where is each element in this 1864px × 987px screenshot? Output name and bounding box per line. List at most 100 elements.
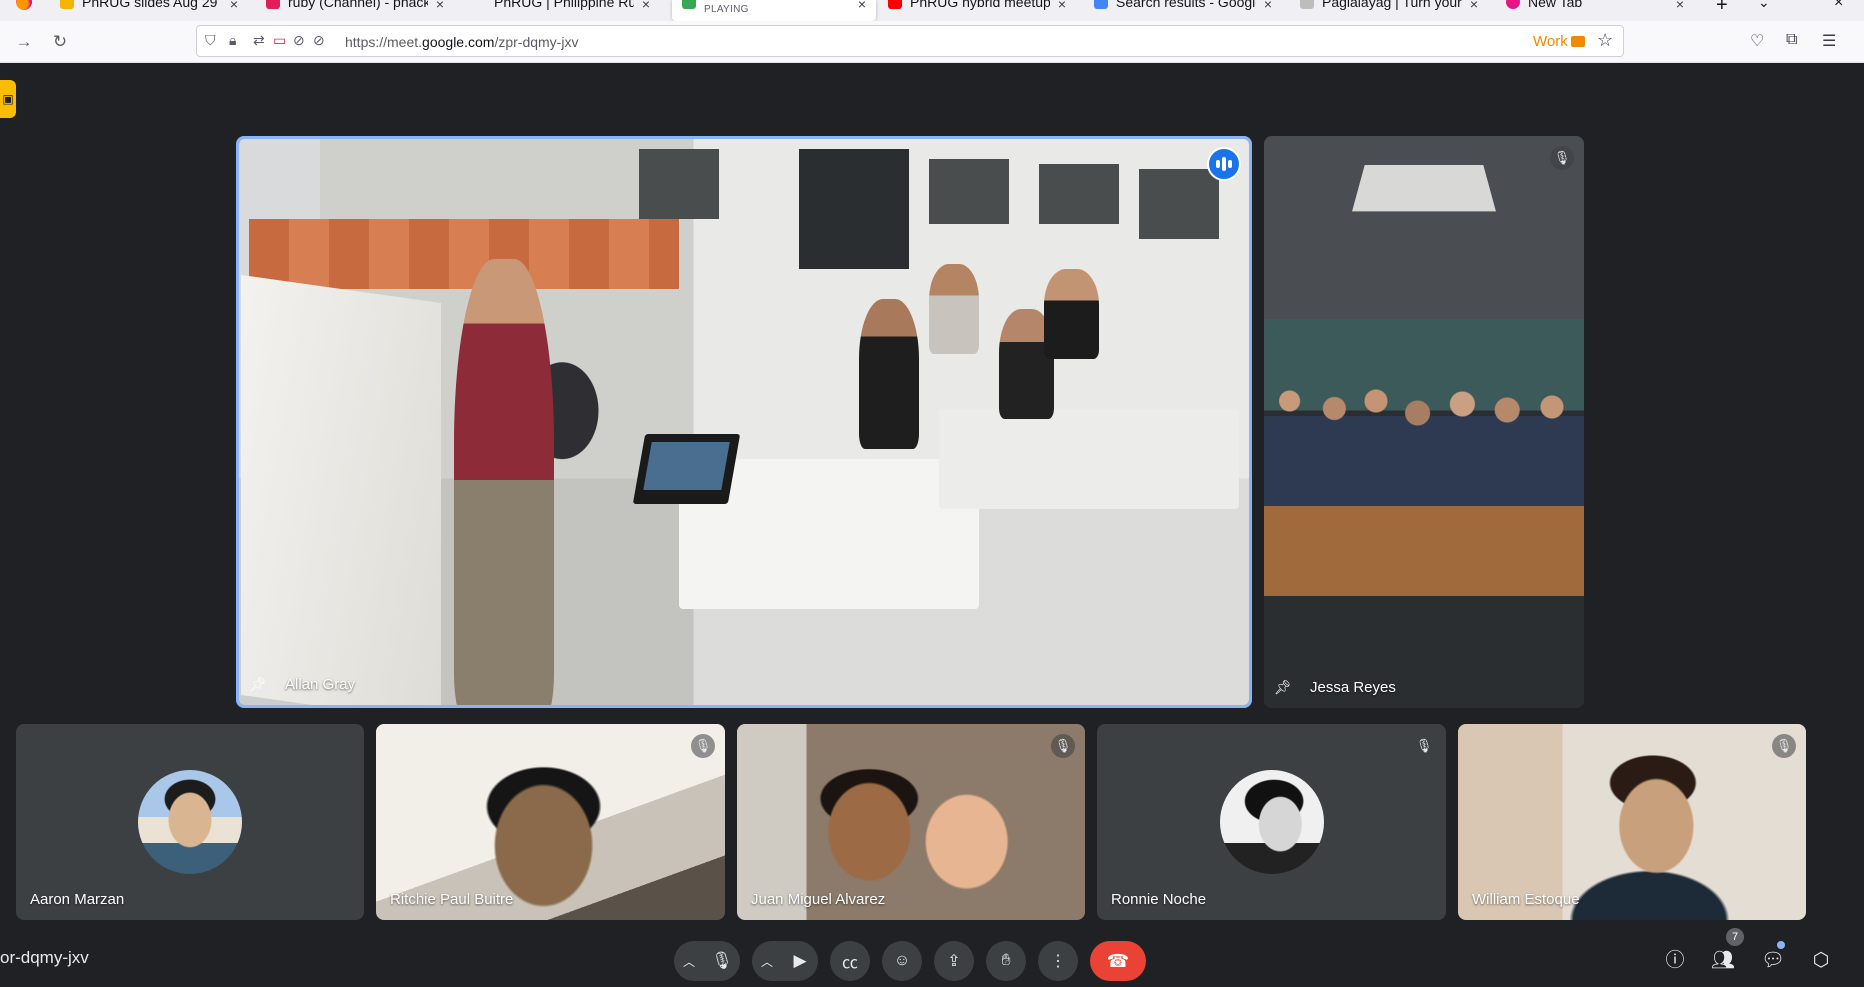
- hand-icon: ✋︎: [1001, 952, 1011, 969]
- side-video-tile[interactable]: 🎙︎ 📌︎ Jessa Reyes: [1264, 136, 1584, 708]
- close-tab-icon[interactable]: ×: [1470, 0, 1478, 12]
- meeting-details-icon[interactable]: ⓘ: [1660, 946, 1690, 976]
- autoplay-blocked-icon[interactable]: ⊘: [313, 32, 325, 49]
- audio-options-chevron-icon[interactable]: ︿: [674, 953, 704, 970]
- present-screen-button[interactable]: ⇪: [934, 941, 974, 981]
- lock-icon[interactable]: 🔒︎: [229, 32, 236, 49]
- briefcase-icon: [1570, 36, 1585, 47]
- video-person: [929, 264, 979, 354]
- video-window: [639, 149, 719, 219]
- participant-name: Juan Miguel Alvarez: [751, 891, 886, 908]
- tracking-shield-icon[interactable]: ⛉: [205, 32, 216, 49]
- url-path: /zpr-dqmy-jxv: [494, 34, 579, 50]
- tab-title: PhRUG slides Aug 29 2: [82, 0, 222, 10]
- firefox-logo-icon: [16, 0, 32, 10]
- more-options-button[interactable]: ⋮: [1038, 941, 1078, 981]
- video-desk: [939, 409, 1239, 509]
- bookmark-star-icon[interactable]: ☆: [1597, 30, 1613, 51]
- tab-paglalayag[interactable]: Paglalayag | Turn your ×: [1290, 0, 1488, 21]
- raise-hand-button[interactable]: ✋︎: [986, 941, 1026, 981]
- playing-indicator: PLAYING: [704, 4, 749, 15]
- participant-name: Allan Gray: [285, 676, 356, 693]
- captions-icon: ㏄: [841, 955, 858, 972]
- chat-notification-dot: [1777, 941, 1785, 949]
- participant-video: [239, 139, 1249, 705]
- camera-in-use-icon[interactable]: ▭: [273, 32, 286, 49]
- close-tab-icon[interactable]: ×: [1264, 0, 1272, 12]
- tab-ruby-channel[interactable]: ruby (Channel) - phack ×: [256, 0, 454, 21]
- pin-icon[interactable]: 📌︎: [249, 676, 267, 693]
- participant-tile[interactable]: 🎙︎ William Estoque: [1458, 724, 1806, 920]
- permissions-icon[interactable]: ⇄: [253, 32, 265, 49]
- close-tab-icon[interactable]: ×: [858, 0, 866, 12]
- close-tab-icon[interactable]: ×: [436, 0, 444, 12]
- main-video-tile[interactable]: 📌︎ Allan Gray: [236, 136, 1252, 708]
- participant-count-badge: 7: [1726, 928, 1744, 946]
- avatar: [1219, 770, 1324, 874]
- camera-button[interactable]: ▶: [782, 943, 818, 979]
- tab-title: ruby (Channel) - phack: [288, 0, 428, 10]
- avatar: [138, 770, 242, 874]
- new-tab-plus-icon[interactable]: +: [1716, 0, 1728, 17]
- tab-new-tab[interactable]: New Tab ×: [1496, 0, 1694, 21]
- reload-icon[interactable]: ↻: [48, 30, 72, 54]
- participant-name: Jessa Reyes: [1310, 679, 1396, 696]
- browser-tab-bar: PhRUG slides Aug 29 2 × ruby (Channel) -…: [0, 0, 1864, 21]
- close-tab-icon[interactable]: ×: [1058, 0, 1066, 12]
- tab-phrug-youtube[interactable]: PhRUG hybrid meetup ×: [878, 0, 1076, 21]
- address-bar[interactable]: ⛉ 🔒︎ ⇄ ▭ ⊘ ⊘ https://meet.google.com/zpr…: [196, 25, 1624, 57]
- tab-title: Paglalayag | Turn your: [1322, 0, 1462, 10]
- participant-tile[interactable]: 🎙︎ Ritchie Paul Buitre: [376, 724, 725, 920]
- close-tab-icon[interactable]: ×: [642, 0, 650, 12]
- video-laptop: [632, 434, 741, 504]
- container-tab-label[interactable]: Work: [1533, 33, 1585, 50]
- tab-title: Search results - Google: [1116, 0, 1256, 10]
- captions-button[interactable]: ㏄: [830, 941, 870, 981]
- participant-video: [1264, 136, 1584, 708]
- video-options-chevron-icon[interactable]: ︿: [752, 953, 782, 970]
- chat-icon[interactable]: 💬︎: [1758, 946, 1788, 976]
- hamburger-menu-icon[interactable]: ☰: [1822, 31, 1836, 51]
- microphone-button[interactable]: 🎙︎: [704, 943, 740, 979]
- video-window: [1039, 164, 1119, 224]
- mic-control-group: ︿ 🎙︎: [674, 941, 740, 981]
- extensions-puzzle-icon[interactable]: ⧉: [1786, 31, 1797, 49]
- camera-blocked-icon[interactable]: ⊘: [293, 32, 305, 49]
- mic-muted-icon: 🎙︎: [1550, 146, 1574, 170]
- tab-title: New Tab: [1528, 0, 1583, 10]
- page-favicon-icon: [1300, 0, 1314, 9]
- people-icon[interactable]: 👥︎: [1708, 946, 1738, 976]
- participant-tile[interactable]: 🎙︎ Ronnie Noche: [1097, 724, 1446, 920]
- reactions-button[interactable]: ☺: [882, 941, 922, 981]
- pocket-icon[interactable]: ♡: [1750, 31, 1764, 51]
- participant-name: Ronnie Noche: [1111, 891, 1207, 908]
- video-cubicles: [249, 219, 679, 289]
- tab-google-meet[interactable]: PLAYING ×: [672, 0, 876, 21]
- site-favicon-icon: [472, 0, 486, 9]
- participant-name: William Estoque: [1472, 891, 1580, 908]
- mic-muted-icon: 🎙︎: [691, 734, 715, 758]
- leave-call-button[interactable]: ☎︎: [1090, 941, 1146, 981]
- tab-phrug-site[interactable]: PhRUG | Philippine Ruby C ×: [462, 0, 660, 21]
- meet-favicon-icon: [682, 0, 696, 9]
- window-close-icon[interactable]: ×: [1834, 0, 1843, 12]
- list-all-tabs-chevron-icon[interactable]: ⌄: [1758, 0, 1770, 11]
- close-tab-icon[interactable]: ×: [1676, 0, 1684, 12]
- activities-icon[interactable]: ⬡: [1806, 946, 1836, 976]
- participant-tile[interactable]: 🎙︎ Juan Miguel Alvarez: [737, 724, 1085, 920]
- tab-phrug-slides[interactable]: PhRUG slides Aug 29 2 ×: [50, 0, 248, 21]
- meeting-code: or-dqmy-jxv: [0, 948, 89, 967]
- url-text: https://meet.google.com/zpr-dqmy-jxv: [345, 34, 578, 50]
- video-whiteboard: [241, 274, 441, 705]
- close-tab-icon[interactable]: ×: [230, 0, 238, 12]
- participant-tile[interactable]: Aaron Marzan: [16, 724, 364, 920]
- google-favicon-icon: [1094, 0, 1108, 9]
- slack-favicon-icon: [266, 0, 280, 9]
- speaking-indicator-icon: [1207, 147, 1241, 181]
- pin-icon[interactable]: 📌︎: [1274, 679, 1292, 696]
- side-panel-flag-icon[interactable]: ▣: [0, 80, 16, 118]
- participant-name: Aaron Marzan: [30, 891, 125, 908]
- tab-google-search[interactable]: Search results - Google ×: [1084, 0, 1282, 21]
- video-crowd: [1264, 356, 1584, 506]
- forward-arrow-icon[interactable]: →: [12, 30, 36, 54]
